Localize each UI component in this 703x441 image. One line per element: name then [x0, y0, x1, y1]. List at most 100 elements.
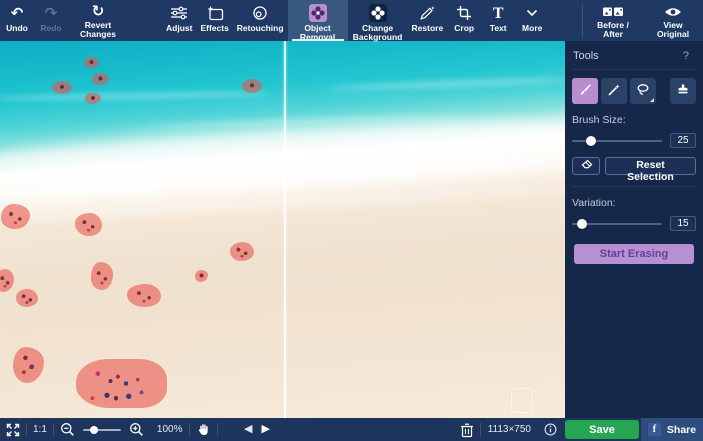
brush-size-row [572, 133, 696, 148]
crop-icon [456, 4, 472, 22]
toolbar-right-group: Before / After View Original [582, 0, 703, 41]
hand-tool-button[interactable] [190, 418, 217, 441]
status-bar: 1:1 100% ◀ ▶ 1113×750 Save f Share [0, 418, 703, 441]
slider-knob[interactable] [89, 425, 98, 434]
variation-label: Variation: [572, 197, 616, 209]
selection-region[interactable] [1, 204, 30, 229]
selection-region[interactable] [230, 242, 254, 261]
effects-icon [206, 4, 224, 22]
zoom-out-button[interactable] [54, 418, 81, 441]
actual-size-button[interactable]: 1:1 [27, 418, 53, 441]
tool-dropdown-indicator [650, 98, 654, 102]
selection-region[interactable] [76, 359, 167, 408]
zoom-out-icon [60, 423, 74, 436]
change-background-button[interactable]: Change Background [348, 0, 408, 42]
before-after-divider[interactable] [284, 41, 286, 418]
selection-region[interactable] [127, 284, 161, 307]
hand-icon [199, 424, 209, 435]
brush-icon [577, 82, 593, 101]
restore-button[interactable]: Restore [408, 0, 448, 41]
statusbar-divider [217, 423, 219, 436]
slider-knob[interactable] [577, 218, 588, 229]
revert-changes-icon: ↻ [91, 3, 105, 20]
brush-size-label: Brush Size: [572, 114, 626, 126]
selection-region[interactable] [84, 57, 99, 68]
share-label: Share [666, 423, 697, 436]
zoom-in-button[interactable] [123, 418, 150, 441]
tools-panel-header: Tools ? [572, 48, 696, 70]
panel-divider [572, 186, 696, 187]
selection-region[interactable] [92, 73, 109, 85]
tools-panel-title: Tools [573, 50, 599, 62]
text-button[interactable]: T Text [481, 0, 515, 41]
eye-icon [664, 4, 682, 19]
selection-region[interactable] [85, 93, 101, 104]
fit-to-screen-button[interactable] [0, 418, 26, 441]
toolbar: ↶ Undo ↷ Redo ↻ Revert Changes Adjust Ef… [0, 0, 703, 42]
undo-button[interactable]: ↶ Undo [0, 0, 34, 41]
magic-wand-icon [606, 82, 622, 101]
view-original-button[interactable]: View Original [643, 0, 703, 41]
next-image-button[interactable]: ▶ [261, 424, 269, 435]
variation-slider[interactable] [572, 218, 662, 229]
start-erasing-button[interactable]: Start Erasing [574, 244, 694, 264]
reset-selection-button[interactable]: Reset Selection [605, 157, 696, 183]
lasso-tool-button[interactable] [630, 78, 656, 104]
more-button[interactable]: More [515, 0, 549, 41]
adjust-sliders-icon [170, 4, 188, 22]
selection-region[interactable] [13, 347, 44, 383]
watermark-box [511, 388, 533, 413]
redo-button[interactable]: ↷ Redo [34, 0, 68, 41]
selection-region[interactable] [0, 269, 14, 292]
zoom-slider[interactable] [82, 425, 121, 435]
adjust-button[interactable]: Adjust [162, 0, 196, 41]
selection-region[interactable] [195, 270, 208, 282]
info-icon [544, 423, 557, 436]
object-removal-button[interactable]: Object Removal [287, 0, 348, 42]
effects-button[interactable]: Effects [196, 0, 232, 41]
photo-editor-app: ↶ Undo ↷ Redo ↻ Revert Changes Adjust Ef… [0, 0, 703, 441]
crop-button[interactable]: Crop [447, 0, 481, 41]
selection-region[interactable] [52, 81, 72, 94]
retouching-icon [252, 4, 268, 22]
selection-region[interactable] [242, 79, 262, 93]
help-button[interactable]: ? [677, 49, 695, 63]
previous-image-button[interactable]: ◀ [244, 424, 252, 435]
image-info-button[interactable] [538, 418, 563, 441]
selection-region[interactable] [91, 262, 113, 290]
before-after-button[interactable]: Before / After [583, 0, 643, 41]
facebook-icon: f [647, 423, 661, 436]
selection-region[interactable] [16, 289, 38, 307]
chevron-down-icon [526, 4, 538, 22]
canvas[interactable] [0, 41, 565, 418]
brush-tool-button[interactable] [572, 78, 598, 104]
variation-value[interactable] [670, 216, 696, 231]
brush-size-value[interactable] [670, 133, 696, 148]
image-navigation: ◀ ▶ [244, 418, 270, 441]
image-dimensions: 1113×750 [487, 424, 531, 435]
zoom-percent: 100% [156, 424, 183, 435]
toolbar-spacer [128, 0, 162, 41]
magic-wand-tool-button[interactable] [601, 78, 627, 104]
slider-track [82, 429, 121, 431]
text-icon: T [492, 4, 504, 22]
selection-regions-layer [0, 41, 565, 418]
revert-changes-button[interactable]: ↻ Revert Changes [68, 0, 128, 41]
stamp-tool-button[interactable] [670, 78, 696, 104]
undo-icon: ↶ [10, 4, 24, 22]
trash-icon [460, 423, 473, 437]
brush-size-slider[interactable] [572, 135, 662, 146]
before-after-icon [602, 4, 624, 19]
selection-region[interactable] [75, 213, 102, 236]
change-background-icon [368, 4, 387, 22]
retouching-button[interactable]: Retouching [233, 0, 288, 41]
object-removal-icon [308, 4, 327, 22]
zoom-in-icon [129, 423, 143, 436]
tool-buttons-row [572, 78, 696, 104]
save-button[interactable]: Save [565, 420, 639, 439]
eraser-button[interactable] [572, 157, 600, 175]
slider-knob[interactable] [586, 135, 597, 146]
delete-image-button[interactable] [454, 418, 480, 441]
tools-panel: Tools ? Brush Size: 25 Reset Selection V… [565, 41, 703, 418]
share-button[interactable]: f Share [641, 418, 703, 441]
